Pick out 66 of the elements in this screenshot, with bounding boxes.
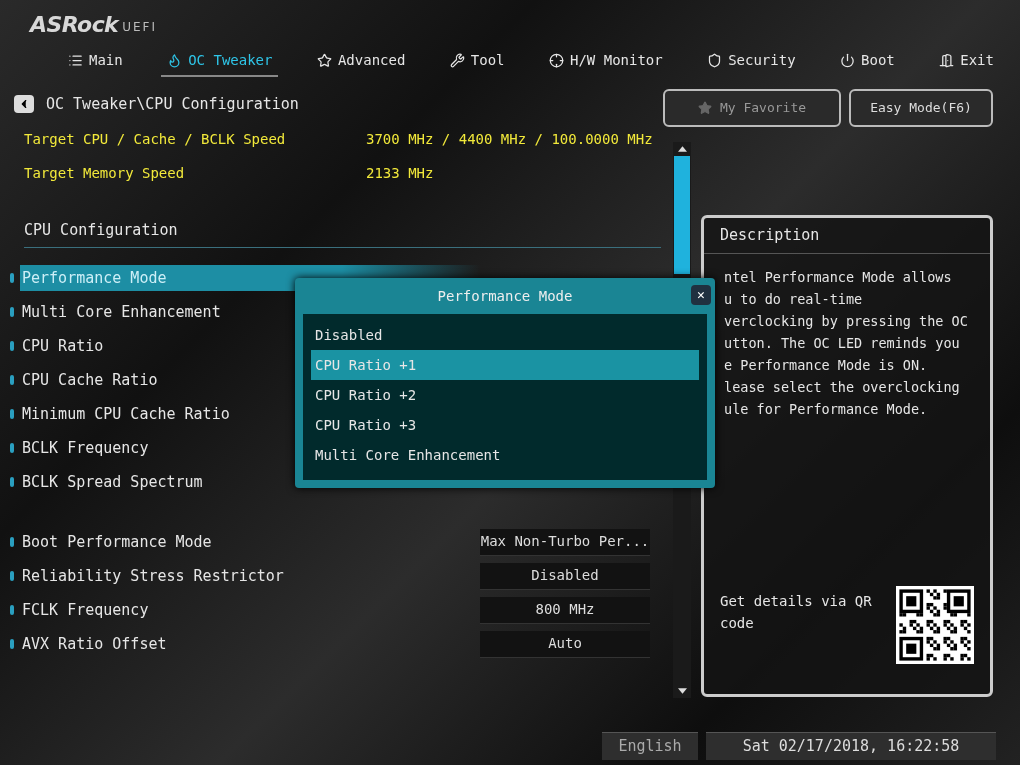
scroll-up-icon[interactable] <box>677 146 687 152</box>
info-value: 3700 MHz / 4400 MHz / 100.0000 MHz <box>366 129 653 149</box>
description-text: utton. The OC LED reminds you <box>724 334 961 353</box>
brand-suffix: UEFI <box>122 19 157 36</box>
popup-option[interactable]: Multi Core Enhancement <box>311 440 699 470</box>
qr-hint: Get details via QR code <box>720 592 873 633</box>
setting-value[interactable]: 800 MHz <box>480 596 650 624</box>
bullet-icon <box>10 273 14 283</box>
bullet-icon <box>10 307 14 317</box>
bullet-icon <box>10 341 14 351</box>
nav-tab[interactable]: Main <box>62 45 129 77</box>
close-button[interactable]: ✕ <box>691 285 711 305</box>
breadcrumb: OC Tweaker\CPU Configuration <box>46 93 299 115</box>
qr-code-icon <box>896 586 974 664</box>
scrollbar-thumb[interactable] <box>674 156 690 274</box>
description-text: lease select the overclocking <box>724 378 961 397</box>
setting-label[interactable]: Boot Performance Mode <box>20 529 480 555</box>
nav-tab[interactable]: Advanced <box>310 45 412 77</box>
nav-tab[interactable]: OC Tweaker <box>161 45 279 77</box>
bullet-icon <box>10 605 14 615</box>
shield-icon <box>707 52 723 68</box>
popup-option[interactable]: Disabled <box>311 320 699 350</box>
description-text: verclocking by pressing the OC <box>724 312 969 331</box>
nav-tab[interactable]: Tool <box>443 45 511 77</box>
popup-option[interactable]: CPU Ratio +3 <box>311 410 699 440</box>
setting-value[interactable]: Max Non-Turbo Per... <box>480 528 650 556</box>
setting-label[interactable]: Reliability Stress Restrictor <box>20 563 480 589</box>
wrench-icon <box>449 52 465 68</box>
star-icon <box>697 101 712 115</box>
star-icon <box>316 52 332 68</box>
info-label: Target CPU / Cache / BCLK Speed <box>24 129 287 149</box>
description-text: ntel Performance Mode allows <box>724 268 953 287</box>
door-icon <box>939 52 955 68</box>
list-icon <box>68 52 83 68</box>
bullet-icon <box>10 477 14 487</box>
crosshair-icon <box>549 52 564 68</box>
info-value: 2133 MHz <box>366 163 434 183</box>
bullet-icon <box>10 639 14 649</box>
bullet-icon <box>10 375 14 385</box>
description-text: ule for Performance Mode. <box>724 400 929 419</box>
power-icon <box>840 52 856 68</box>
info-label: Target Memory Speed <box>24 163 186 183</box>
bullet-icon <box>10 537 14 547</box>
nav-tab[interactable]: H/W Monitor <box>543 45 669 77</box>
bullet-icon <box>10 409 14 419</box>
nav-tab[interactable]: Boot <box>834 45 901 77</box>
description-title: Description <box>720 225 820 247</box>
nav-tab[interactable]: Exit <box>933 45 1000 77</box>
setting-label[interactable]: AVX Ratio Offset <box>20 631 480 657</box>
brand-logo: ASRock <box>30 14 119 36</box>
section-title: CPU Configuration <box>24 220 178 242</box>
bullet-icon <box>10 571 14 581</box>
setting-value[interactable]: Auto <box>480 630 650 658</box>
setting-label[interactable]: FCLK Frequency <box>20 597 480 623</box>
description-text: e Performance Mode is ON. <box>724 356 929 375</box>
bullet-icon <box>10 443 14 453</box>
scroll-down-icon[interactable] <box>677 688 687 694</box>
popup-option[interactable]: CPU Ratio +2 <box>311 380 699 410</box>
nav-tab[interactable]: Security <box>701 45 802 77</box>
description-text: u to do real-time <box>724 290 864 309</box>
date-time: Sat 02/17/2018, 16:22:58 <box>706 732 996 760</box>
favorite-button[interactable]: My Favorite <box>663 89 841 127</box>
back-button[interactable] <box>14 95 34 113</box>
mode-button[interactable]: Easy Mode(F6) <box>849 89 993 127</box>
language-button[interactable]: English <box>602 732 698 760</box>
setting-value[interactable]: Disabled <box>480 562 650 590</box>
